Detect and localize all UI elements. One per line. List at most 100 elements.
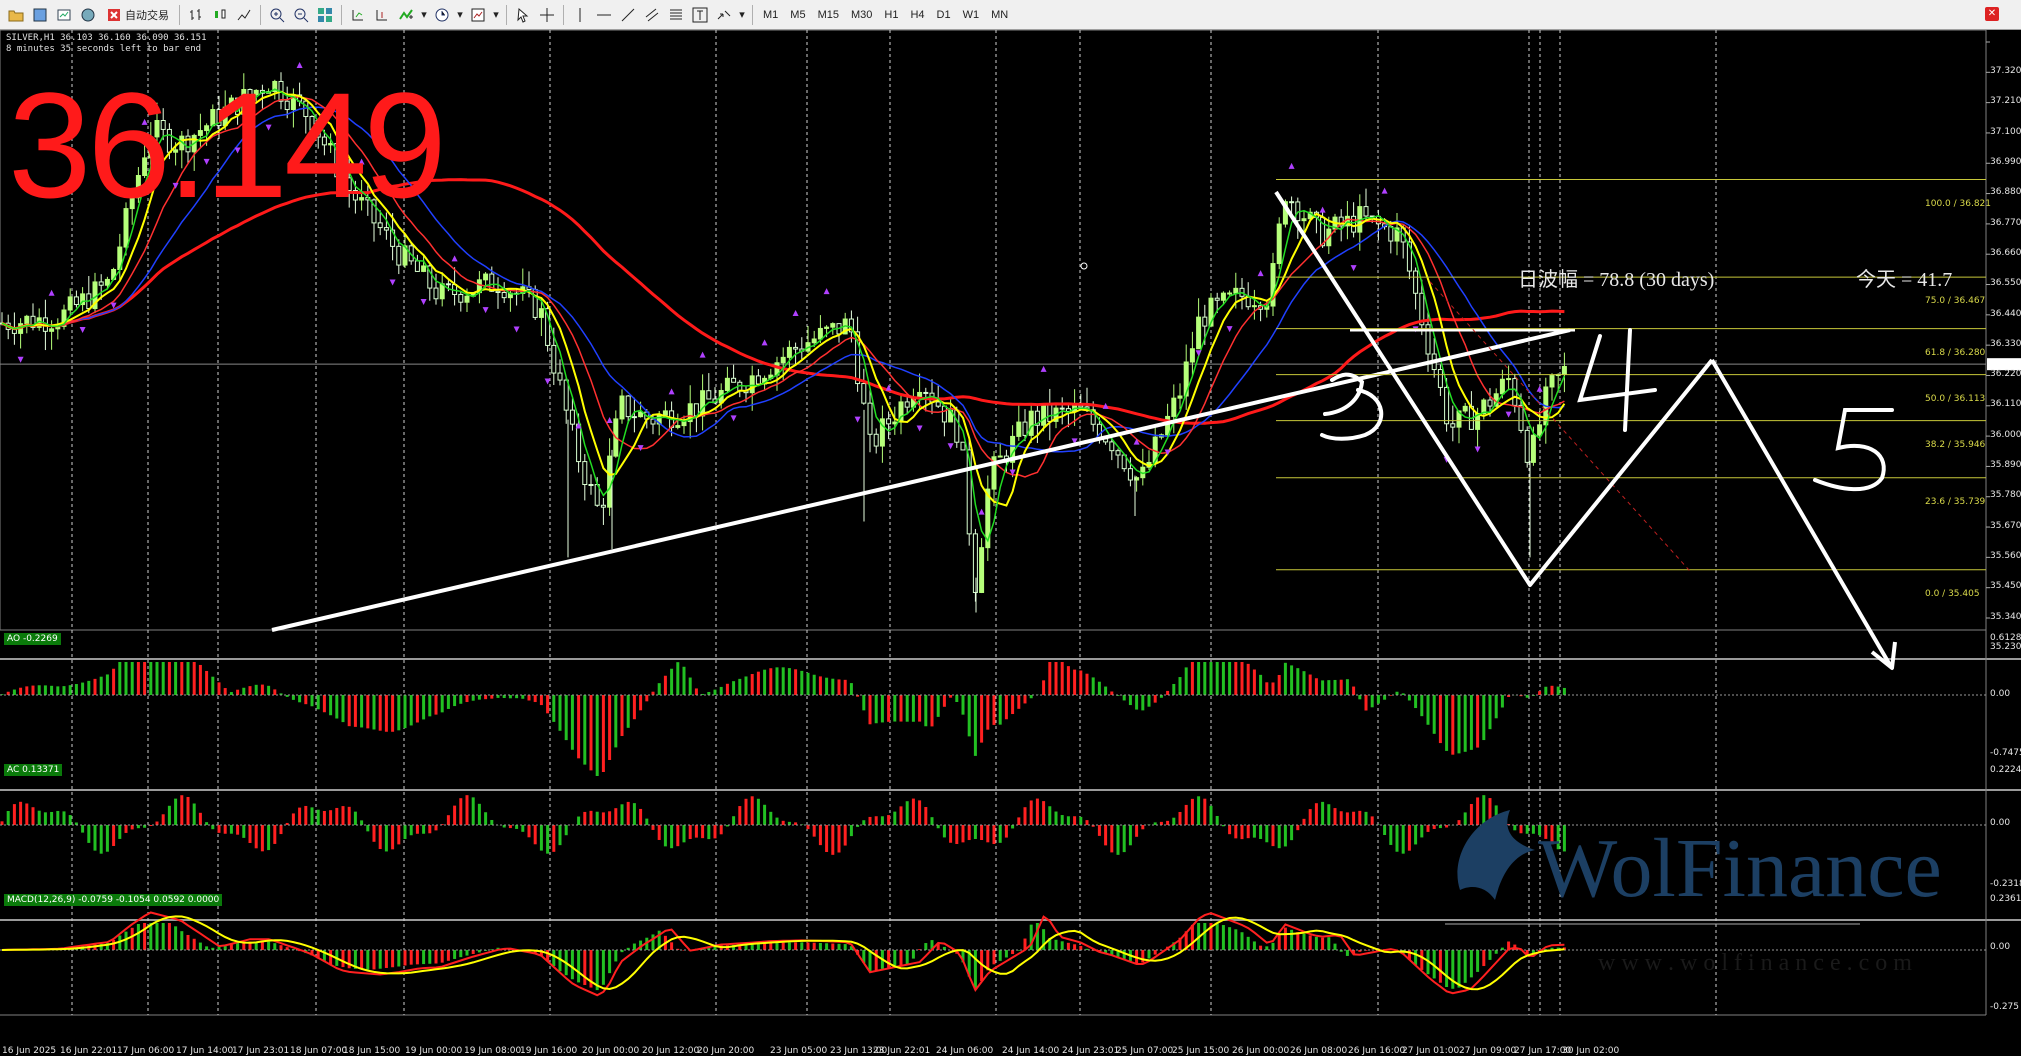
zoom-in-icon[interactable] [266, 4, 288, 26]
time-axis-label: 16 Jun 22:01 [60, 1046, 118, 1056]
candle-bear [458, 293, 464, 303]
timeframe-d1[interactable]: D1 [932, 4, 956, 26]
market-watch-icon[interactable] [53, 4, 75, 26]
candle-bear [1127, 468, 1133, 481]
templates-icon[interactable] [467, 4, 489, 26]
crosshair-icon[interactable] [536, 4, 558, 26]
timeframe-h4[interactable]: H4 [905, 4, 929, 26]
fractal-marker [823, 288, 830, 295]
candle-bull [892, 421, 898, 425]
tile-windows-icon[interactable] [314, 4, 336, 26]
arrows-icon[interactable] [713, 4, 735, 26]
macd-zero: 0.00 [1990, 942, 2011, 952]
timeframe-mn[interactable]: MN [986, 4, 1013, 26]
time-axis-label: 19 Jun 00:00 [405, 1046, 463, 1056]
macd-signal-line [1, 915, 1565, 991]
fib-level-label: 23.6 / 35.739 [1925, 496, 1986, 507]
fib-level-label: 38.2 / 35.946 [1925, 439, 1986, 450]
timeframe-m30[interactable]: M30 [846, 4, 877, 26]
timeframe-m15[interactable]: M15 [813, 4, 844, 26]
candle-bull [638, 411, 644, 418]
price-axis-label: 35.340 [1990, 611, 2021, 622]
time-axis-label: 20 Jun 20:00 [697, 1046, 755, 1056]
time-axis-label: 24 Jun 06:00 [936, 1046, 994, 1056]
autotrade-button[interactable]: 自动交易 [101, 4, 174, 26]
time-axis-label: 27 Jun 01:00 [1402, 1046, 1460, 1056]
chart-shift-icon[interactable] [371, 4, 393, 26]
fractal-marker [1536, 385, 1543, 392]
price-axis-label: 37.100 [1990, 126, 2021, 137]
profiles-icon[interactable] [29, 4, 51, 26]
price-axis-label: 36.880 [1990, 187, 2021, 198]
fractal-marker [482, 307, 489, 314]
open-folder-icon[interactable] [5, 4, 27, 26]
candle-bull [979, 547, 985, 593]
big-price-overlay: 36.149 [8, 61, 447, 229]
channel-icon[interactable] [641, 4, 663, 26]
time-axis-label: 25 Jun 07:00 [1116, 1046, 1174, 1056]
candle-bull [483, 273, 489, 281]
timeframe-m5[interactable]: M5 [785, 4, 810, 26]
dropdown-arrow-icon[interactable]: ▾ [419, 4, 429, 26]
current-price-tag: 36.151 [1990, 388, 2021, 399]
horizontal-line-icon[interactable] [593, 4, 615, 26]
candle-bull [1196, 316, 1202, 350]
candle-bear [960, 441, 966, 451]
fractal-marker [668, 388, 675, 395]
line-chart-icon[interactable] [233, 4, 255, 26]
time-axis-label: 18 Jun 07:00 [290, 1046, 348, 1056]
toolbar: 自动交易 ▾ ▾ ▾ ▾ M1 M5 M15 M30 H1 H4 D1 W1 MN ✕ [0, 0, 2021, 30]
candle-bear [923, 391, 929, 394]
close-icon[interactable]: ✕ [1985, 7, 1999, 21]
autotrade-label: 自动交易 [125, 9, 169, 22]
candle-bear [631, 416, 637, 419]
timeframe-h1[interactable]: H1 [879, 4, 903, 26]
fib-level-label: 50.0 / 36.113 [1925, 393, 1986, 404]
candle-bear [1022, 421, 1028, 436]
cursor-icon[interactable] [512, 4, 534, 26]
fibonacci-icon[interactable] [665, 4, 687, 26]
indicators-icon[interactable] [395, 4, 417, 26]
price-axis-label: 35.450 [1990, 581, 2021, 592]
candle-bull [607, 455, 613, 508]
candle-bull [749, 375, 755, 394]
timeframe-m1[interactable]: M1 [758, 4, 783, 26]
time-axis-label: 26 Jun 00:00 [1232, 1046, 1290, 1056]
ac-max: 0.2224 [1990, 765, 2021, 775]
candle-bear [935, 401, 941, 407]
fractal-marker [1288, 162, 1295, 169]
candlestick-icon[interactable] [209, 4, 231, 26]
navigator-icon[interactable] [77, 4, 99, 26]
price-axis-label: 36.990 [1990, 156, 2021, 167]
candle-bear [1524, 429, 1530, 463]
candle-bull [1462, 405, 1468, 412]
fractal-marker [451, 255, 458, 262]
fractal-marker [513, 326, 520, 333]
candle-bear [867, 402, 873, 435]
dropdown-arrow-icon[interactable]: ▾ [455, 4, 465, 26]
candle-bear [98, 281, 104, 286]
vertical-line-icon[interactable] [569, 4, 591, 26]
periods-clock-icon[interactable] [431, 4, 453, 26]
dropdown-arrow-icon[interactable]: ▾ [737, 4, 747, 26]
ao-label: AO -0.2269 [4, 633, 61, 645]
chart-window[interactable]: SILVER,H1 36.103 36.160 36.090 36.151 8 … [0, 30, 2021, 1056]
autotrade-icon [108, 8, 120, 21]
trendline-icon[interactable] [617, 4, 639, 26]
bar-chart-icon[interactable] [185, 4, 207, 26]
fib-level-label: 100.0 / 36.821 [1925, 198, 1992, 209]
dropdown-arrow-icon[interactable]: ▾ [491, 4, 501, 26]
ac-min: -0.2318 [1990, 879, 2021, 889]
text-icon[interactable] [689, 4, 711, 26]
ao-zero: 0.00 [1990, 689, 2011, 699]
zoom-out-icon[interactable] [290, 4, 312, 26]
candle-bear [433, 287, 439, 300]
timeframe-w1[interactable]: W1 [958, 4, 985, 26]
autoscroll-icon[interactable] [347, 4, 369, 26]
price-axis-label: 35.890 [1990, 460, 2021, 471]
price-axis-label: 36.550 [1990, 278, 2021, 289]
ac-label: AC 0.13371 [4, 764, 63, 776]
bar-timer: 8 minutes 35 seconds left to bar end [6, 44, 202, 54]
price-axis-label: 36.220 [1990, 369, 2021, 380]
fractal-marker [606, 417, 613, 424]
